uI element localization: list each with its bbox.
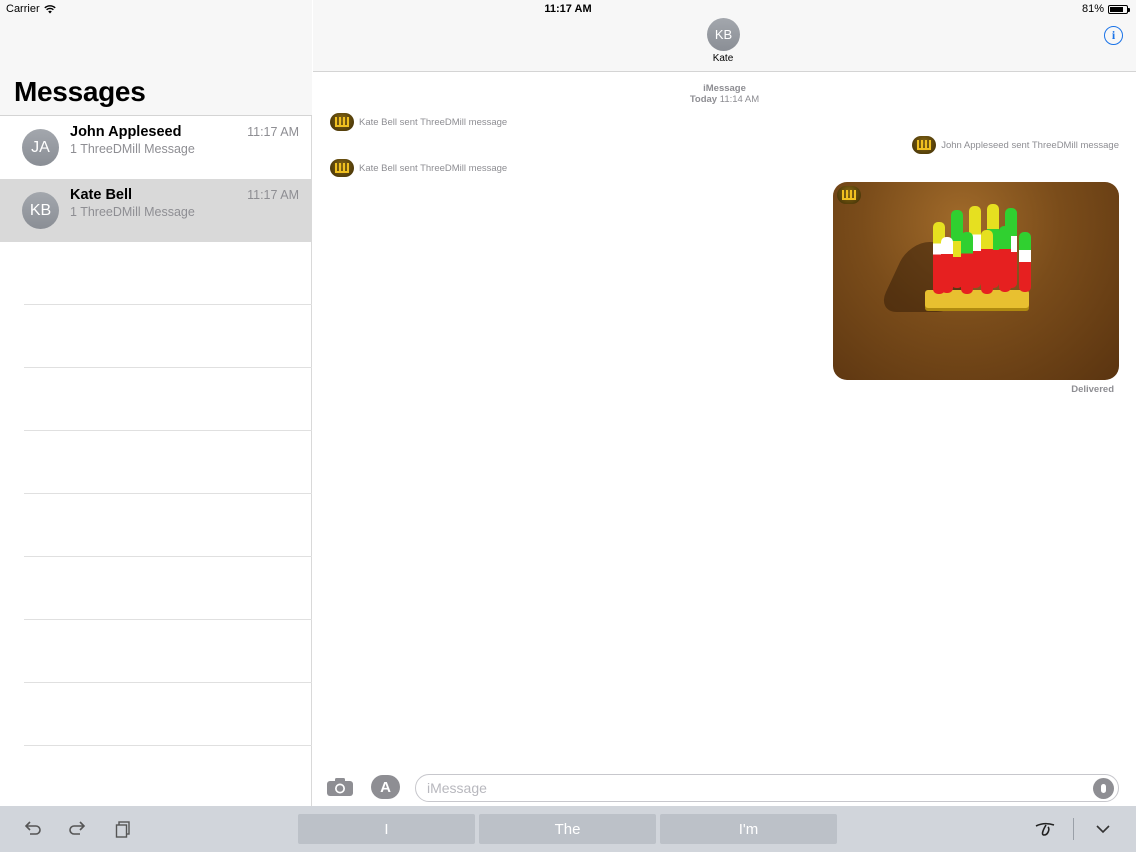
undo-icon[interactable]: [23, 819, 43, 839]
game-peg: [981, 230, 993, 294]
row-divider: [24, 304, 312, 305]
toolbar-divider: [1073, 818, 1074, 840]
threedmill-app-icon: [912, 136, 937, 154]
message-item[interactable]: John Appleseed sent ThreeDMill message: [912, 136, 1119, 154]
contact-avatar[interactable]: KB: [707, 18, 740, 51]
message-text: Kate Bell sent ThreeDMill message: [359, 162, 508, 174]
handwriting-icon[interactable]: [1034, 819, 1058, 839]
row-divider: [24, 493, 312, 494]
game-board-image-bubble[interactable]: [833, 182, 1119, 380]
conversation-row-kate-bell[interactable]: KB Kate Bell 1 ThreeDMill Message 11:17 …: [0, 179, 312, 242]
microphone-icon: [1101, 784, 1106, 793]
row-divider: [24, 556, 312, 557]
game-peg: [961, 232, 973, 294]
conversation-preview: 1 ThreeDMill Message: [70, 205, 195, 219]
conversation-time: 11:17 AM: [247, 125, 299, 139]
conversation-preview: 1 ThreeDMill Message: [70, 142, 195, 156]
date-label: Today: [689, 94, 718, 105]
row-divider: [24, 430, 312, 431]
row-divider: [24, 682, 312, 683]
compose-bar: A: [313, 770, 1136, 806]
date-time: 11:14 AM: [719, 94, 760, 105]
redo-icon[interactable]: [67, 819, 87, 839]
row-divider: [24, 367, 312, 368]
game-peg: [999, 226, 1011, 292]
status-bar: Carrier 11:17 AM 81%: [0, 0, 1136, 18]
thread-timestamp: iMessage Today 11:14 AM: [313, 83, 1136, 105]
row-divider: [24, 745, 312, 746]
conversation-list-pane: Messages JA John Appleseed 1 ThreeDMill …: [0, 0, 312, 806]
suggestion-1[interactable]: I: [298, 814, 475, 844]
paste-icon[interactable]: [113, 819, 133, 839]
keyboard-shortcut-bar: I The I'm: [0, 806, 1136, 852]
conversation-time: 11:17 AM: [247, 188, 299, 202]
info-button[interactable]: i: [1104, 26, 1123, 45]
suggestion-2[interactable]: The: [479, 814, 656, 844]
dismiss-keyboard-icon[interactable]: [1093, 819, 1113, 839]
row-divider: [24, 619, 312, 620]
microphone-button[interactable]: [1093, 778, 1114, 799]
suggestion-3[interactable]: I'm: [660, 814, 837, 844]
contact-name[interactable]: Kate: [673, 53, 773, 64]
battery-percent: 81%: [1081, 3, 1104, 15]
threedmill-app-icon: [837, 186, 861, 204]
threedmill-app-icon: [330, 113, 354, 131]
message-item[interactable]: Kate Bell sent ThreeDMill message: [330, 159, 507, 177]
service-label: iMessage: [703, 83, 746, 94]
avatar: JA: [22, 129, 59, 166]
info-icon: i: [1111, 28, 1116, 42]
message-text: John Appleseed sent ThreeDMill message: [941, 139, 1119, 151]
app-store-icon[interactable]: A: [371, 775, 400, 799]
message-text: Kate Bell sent ThreeDMill message: [359, 116, 508, 128]
conversation-name: John Appleseed: [70, 124, 182, 140]
battery-icon: [1108, 4, 1130, 14]
camera-icon[interactable]: [326, 777, 354, 797]
threedmill-app-icon: [330, 159, 354, 177]
clock: 11:17 AM: [544, 3, 592, 15]
game-peg: [941, 237, 953, 293]
game-peg: [1019, 232, 1031, 292]
message-item[interactable]: Kate Bell sent ThreeDMill message: [330, 113, 507, 131]
conversation-row-john-appleseed[interactable]: JA John Appleseed 1 ThreeDMill Message 1…: [0, 116, 312, 179]
page-title: Messages: [14, 76, 146, 107]
avatar: KB: [22, 192, 59, 229]
delivery-status: Delivered: [1071, 384, 1114, 395]
conversation-name: Kate Bell: [70, 187, 133, 203]
message-input[interactable]: [415, 774, 1119, 802]
